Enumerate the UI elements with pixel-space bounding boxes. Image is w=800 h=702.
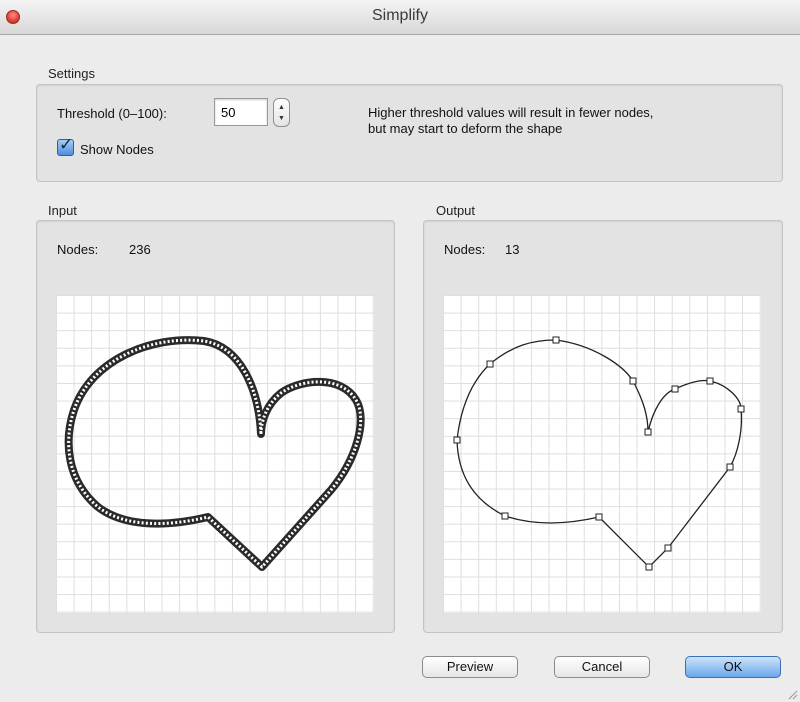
node-marker: [552, 336, 560, 344]
node-marker: [706, 377, 714, 385]
resize-grip-icon[interactable]: [788, 690, 798, 700]
input-group-label: Input: [48, 203, 77, 218]
node-marker: [644, 428, 652, 436]
show-nodes-label[interactable]: Show Nodes: [80, 142, 154, 157]
help-text-line-2: but may start to deform the shape: [368, 121, 563, 136]
show-nodes-checkbox[interactable]: ✓: [57, 135, 74, 156]
threshold-help-text: Higher threshold values will result in f…: [368, 105, 768, 137]
node-marker: [453, 436, 461, 444]
node-marker: [671, 385, 679, 393]
node-marker: [486, 360, 494, 368]
threshold-stepper[interactable]: ▲ ▼: [273, 98, 290, 127]
window-title: Simplify: [371, 7, 428, 24]
output-preview-canvas: [443, 295, 761, 613]
output-nodes-label: Nodes:: [444, 242, 486, 257]
input-nodes-count: 236: [129, 242, 151, 257]
node-marker: [645, 563, 653, 571]
ok-button[interactable]: OK: [685, 656, 781, 678]
threshold-label: Threshold (0–100):: [57, 106, 167, 121]
node-marker: [737, 405, 745, 413]
checkmark-icon: ✓: [59, 135, 74, 154]
node-marker: [629, 377, 637, 385]
output-nodes-count: 13: [505, 242, 520, 257]
preview-button[interactable]: Preview: [422, 656, 518, 678]
settings-group-label: Settings: [48, 66, 95, 81]
output-shape: [453, 336, 745, 571]
output-group-label: Output: [436, 203, 476, 218]
input-preview-canvas: [56, 295, 374, 613]
threshold-input[interactable]: [214, 98, 268, 126]
node-marker: [664, 544, 672, 552]
node-marker: [501, 512, 509, 520]
node-marker: [726, 463, 734, 471]
stepper-up-icon[interactable]: ▲: [278, 104, 285, 111]
input-shape: [64, 336, 365, 571]
cancel-button[interactable]: Cancel: [554, 656, 650, 678]
simplify-dialog: Simplify Settings Threshold (0–100): ▲ ▼…: [0, 0, 800, 702]
title-bar[interactable]: Simplify: [0, 0, 800, 35]
input-nodes-label: Nodes:: [57, 242, 99, 257]
stepper-down-icon[interactable]: ▼: [278, 115, 285, 122]
help-text-line-1: Higher threshold values will result in f…: [368, 105, 654, 120]
node-marker: [595, 513, 603, 521]
